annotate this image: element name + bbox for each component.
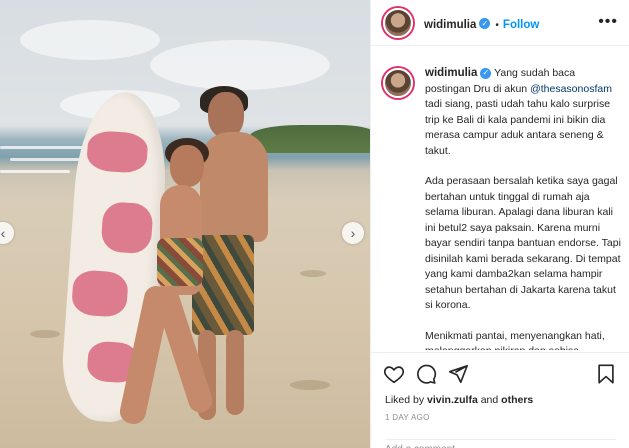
caption-paragraph: Ada perasaan bersalah ketika saya gagal … [425,175,621,311]
follow-button[interactable]: Follow [503,19,539,31]
username-link[interactable]: widimulia [424,19,476,31]
post-header: widimulia ✓ • Follow ••• [371,0,629,46]
post-actions: Liked by vivin.zulfa and others 1 DAY AG… [371,352,629,448]
carousel-next-button[interactable]: › [342,222,364,244]
post-caption: widimulia ✓ Yang sudah baca postingan Dru… [425,66,621,350]
mention-link[interactable]: @thesasonosfam [530,83,612,95]
carousel-prev-button[interactable]: ‹ [0,222,14,244]
surfboard [58,89,172,425]
woman-figure [170,145,204,187]
comment-input[interactable]: Add a comment... [385,439,616,448]
separator-dot: • [495,20,499,31]
caption-username-link[interactable]: widimulia [425,67,477,79]
chevron-right-icon: › [350,225,356,241]
sand-texture [290,380,330,390]
caption-text: tadi siang, pasti udah tahu kalo surpris… [425,98,611,157]
likes-summary: Liked by vivin.zulfa and others [385,394,533,406]
post-photo[interactable]: ‹ › [0,0,370,448]
sand-texture [300,270,326,277]
chevron-left-icon: ‹ [0,225,6,241]
likes-and-text: and [477,394,502,406]
sky-cloud [150,40,330,90]
more-options-icon[interactable]: ••• [598,13,618,31]
caption-paragraph: Menikmati pantai, menyenangkan hati, mel… [425,329,605,351]
verified-icon: ✓ [480,67,492,79]
verified-icon: ✓ [479,18,491,30]
sand-texture [30,330,60,338]
sky-cloud [20,20,160,60]
bookmark-icon[interactable] [595,363,617,385]
ocean-wave [0,170,70,173]
comment-icon[interactable] [415,363,437,385]
man-figure [226,330,244,415]
caption-section: widimulia ✓ Yang sudah baca postingan Dru… [371,58,629,350]
post-side-panel: widimulia ✓ • Follow ••• widimulia ✓ Yang su… [370,0,629,448]
beach-trees [250,125,370,153]
avatar[interactable] [383,8,413,38]
man-figure [200,132,268,242]
heart-icon[interactable] [383,363,405,385]
post-timestamp[interactable]: 1 DAY AGO [385,413,430,422]
liked-user-link[interactable]: vivin.zulfa [427,394,478,406]
header-user-block: widimulia ✓ • Follow [424,15,539,33]
share-icon[interactable] [447,363,469,385]
woman-figure [157,238,203,286]
avatar[interactable] [383,68,413,98]
likes-prefix-text: Liked by [385,394,428,406]
likes-others-link[interactable]: others [501,394,533,406]
